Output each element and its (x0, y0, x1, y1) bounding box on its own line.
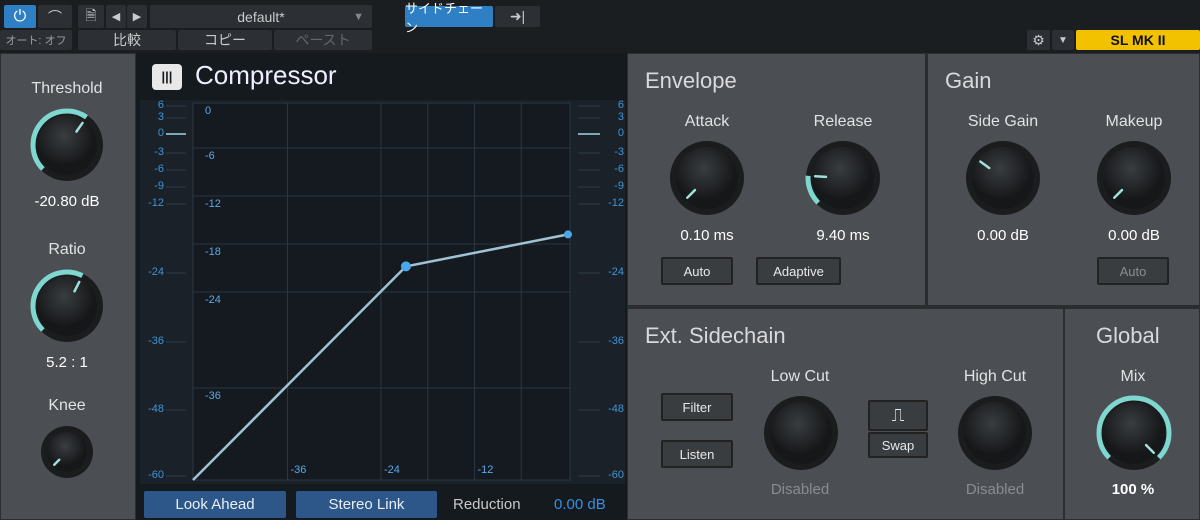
y-tick-label: -36 (205, 390, 221, 402)
side-gain-value: 0.00 dB (977, 227, 1029, 244)
output-meter-tick: -36 (608, 335, 624, 347)
release-label: Release (813, 113, 873, 130)
makeup-knob[interactable] (1096, 140, 1172, 221)
low-cut-value: Disabled (770, 481, 830, 498)
output-meter-tick: 6 (617, 99, 624, 111)
x-tick-label: -36 (290, 464, 307, 476)
makeup-label: Makeup (1105, 113, 1163, 130)
attack-value: 0.10 ms (680, 227, 734, 244)
attack-label: Attack (684, 113, 730, 130)
input-meter-tick: -3 (154, 146, 164, 158)
swap-button[interactable]: Swap (868, 432, 928, 458)
bandpass-filter-icon: ⎍ (891, 405, 905, 425)
output-meter-tick: -60 (608, 469, 624, 481)
envelope-auto-button[interactable]: Auto (661, 257, 733, 285)
input-meter-tick: 3 (157, 111, 164, 123)
input-meter-tick: -60 (148, 469, 164, 481)
mix-label: Mix (1120, 368, 1146, 385)
low-cut-knob[interactable] (763, 395, 839, 476)
look-ahead-button[interactable]: Look Ahead (144, 491, 286, 518)
input-meter-tick: -48 (148, 403, 164, 415)
input-meter-tick: 0 (157, 127, 164, 139)
release-knob[interactable] (805, 140, 881, 221)
side-gain-label: Side Gain (967, 113, 1039, 130)
output-meter-tick: -3 (614, 146, 624, 158)
y-tick-label: -12 (205, 198, 221, 210)
mix-knob[interactable] (1096, 395, 1172, 476)
ext-sidechain-title: Ext. Sidechain (645, 323, 786, 348)
input-meter-tick: -24 (148, 266, 164, 278)
x-tick-label: -12 (477, 464, 494, 476)
mix-value: 100 % (1111, 481, 1155, 498)
reduction-value: 0.00 dB (554, 496, 606, 513)
ratio-handle (564, 230, 572, 239)
output-meter-tick: -48 (608, 403, 624, 415)
input-meter-tick: -36 (148, 335, 164, 347)
threshold-handle (400, 261, 411, 272)
global-title: Global (1096, 323, 1160, 348)
input-meter-tick: -9 (154, 180, 164, 192)
stereo-link-button[interactable]: Stereo Link (296, 491, 437, 518)
filter-shape-button[interactable]: ⎍ (868, 400, 928, 431)
filter-button[interactable]: Filter (661, 393, 733, 421)
adaptive-button[interactable]: Adaptive (756, 257, 841, 285)
envelope-title: Envelope (645, 68, 737, 93)
x-tick-label: -24 (384, 464, 400, 476)
high-cut-knob[interactable] (957, 395, 1033, 476)
output-meter-tick: 0 (617, 127, 624, 139)
makeup-value: 0.00 dB (1108, 227, 1160, 244)
y-tick-label: -6 (205, 150, 215, 162)
input-meter-tick: 6 (157, 99, 164, 111)
input-meter-tick: -6 (154, 163, 164, 175)
listen-button[interactable]: Listen (661, 440, 733, 468)
side-gain-knob[interactable] (965, 140, 1041, 221)
gain-auto-button[interactable]: Auto (1097, 257, 1169, 285)
release-value: 9.40 ms (816, 227, 870, 244)
y-tick-label: 0 (205, 105, 212, 117)
gain-title: Gain (945, 68, 992, 93)
high-cut-label: High Cut (963, 368, 1027, 385)
output-meter-tick: 3 (617, 111, 624, 123)
output-meter-tick: -12 (608, 197, 624, 209)
y-tick-label: -24 (205, 294, 221, 306)
output-meter-tick: -9 (614, 180, 624, 192)
high-cut-value: Disabled (965, 481, 1025, 498)
attack-knob[interactable] (669, 140, 745, 221)
reduction-label: Reduction (453, 496, 521, 513)
low-cut-label: Low Cut (770, 368, 830, 385)
output-meter-tick: -24 (608, 266, 624, 278)
y-tick-label: -18 (205, 246, 221, 258)
input-meter-tick: -12 (148, 197, 164, 209)
output-meter-tick: -6 (614, 163, 624, 175)
